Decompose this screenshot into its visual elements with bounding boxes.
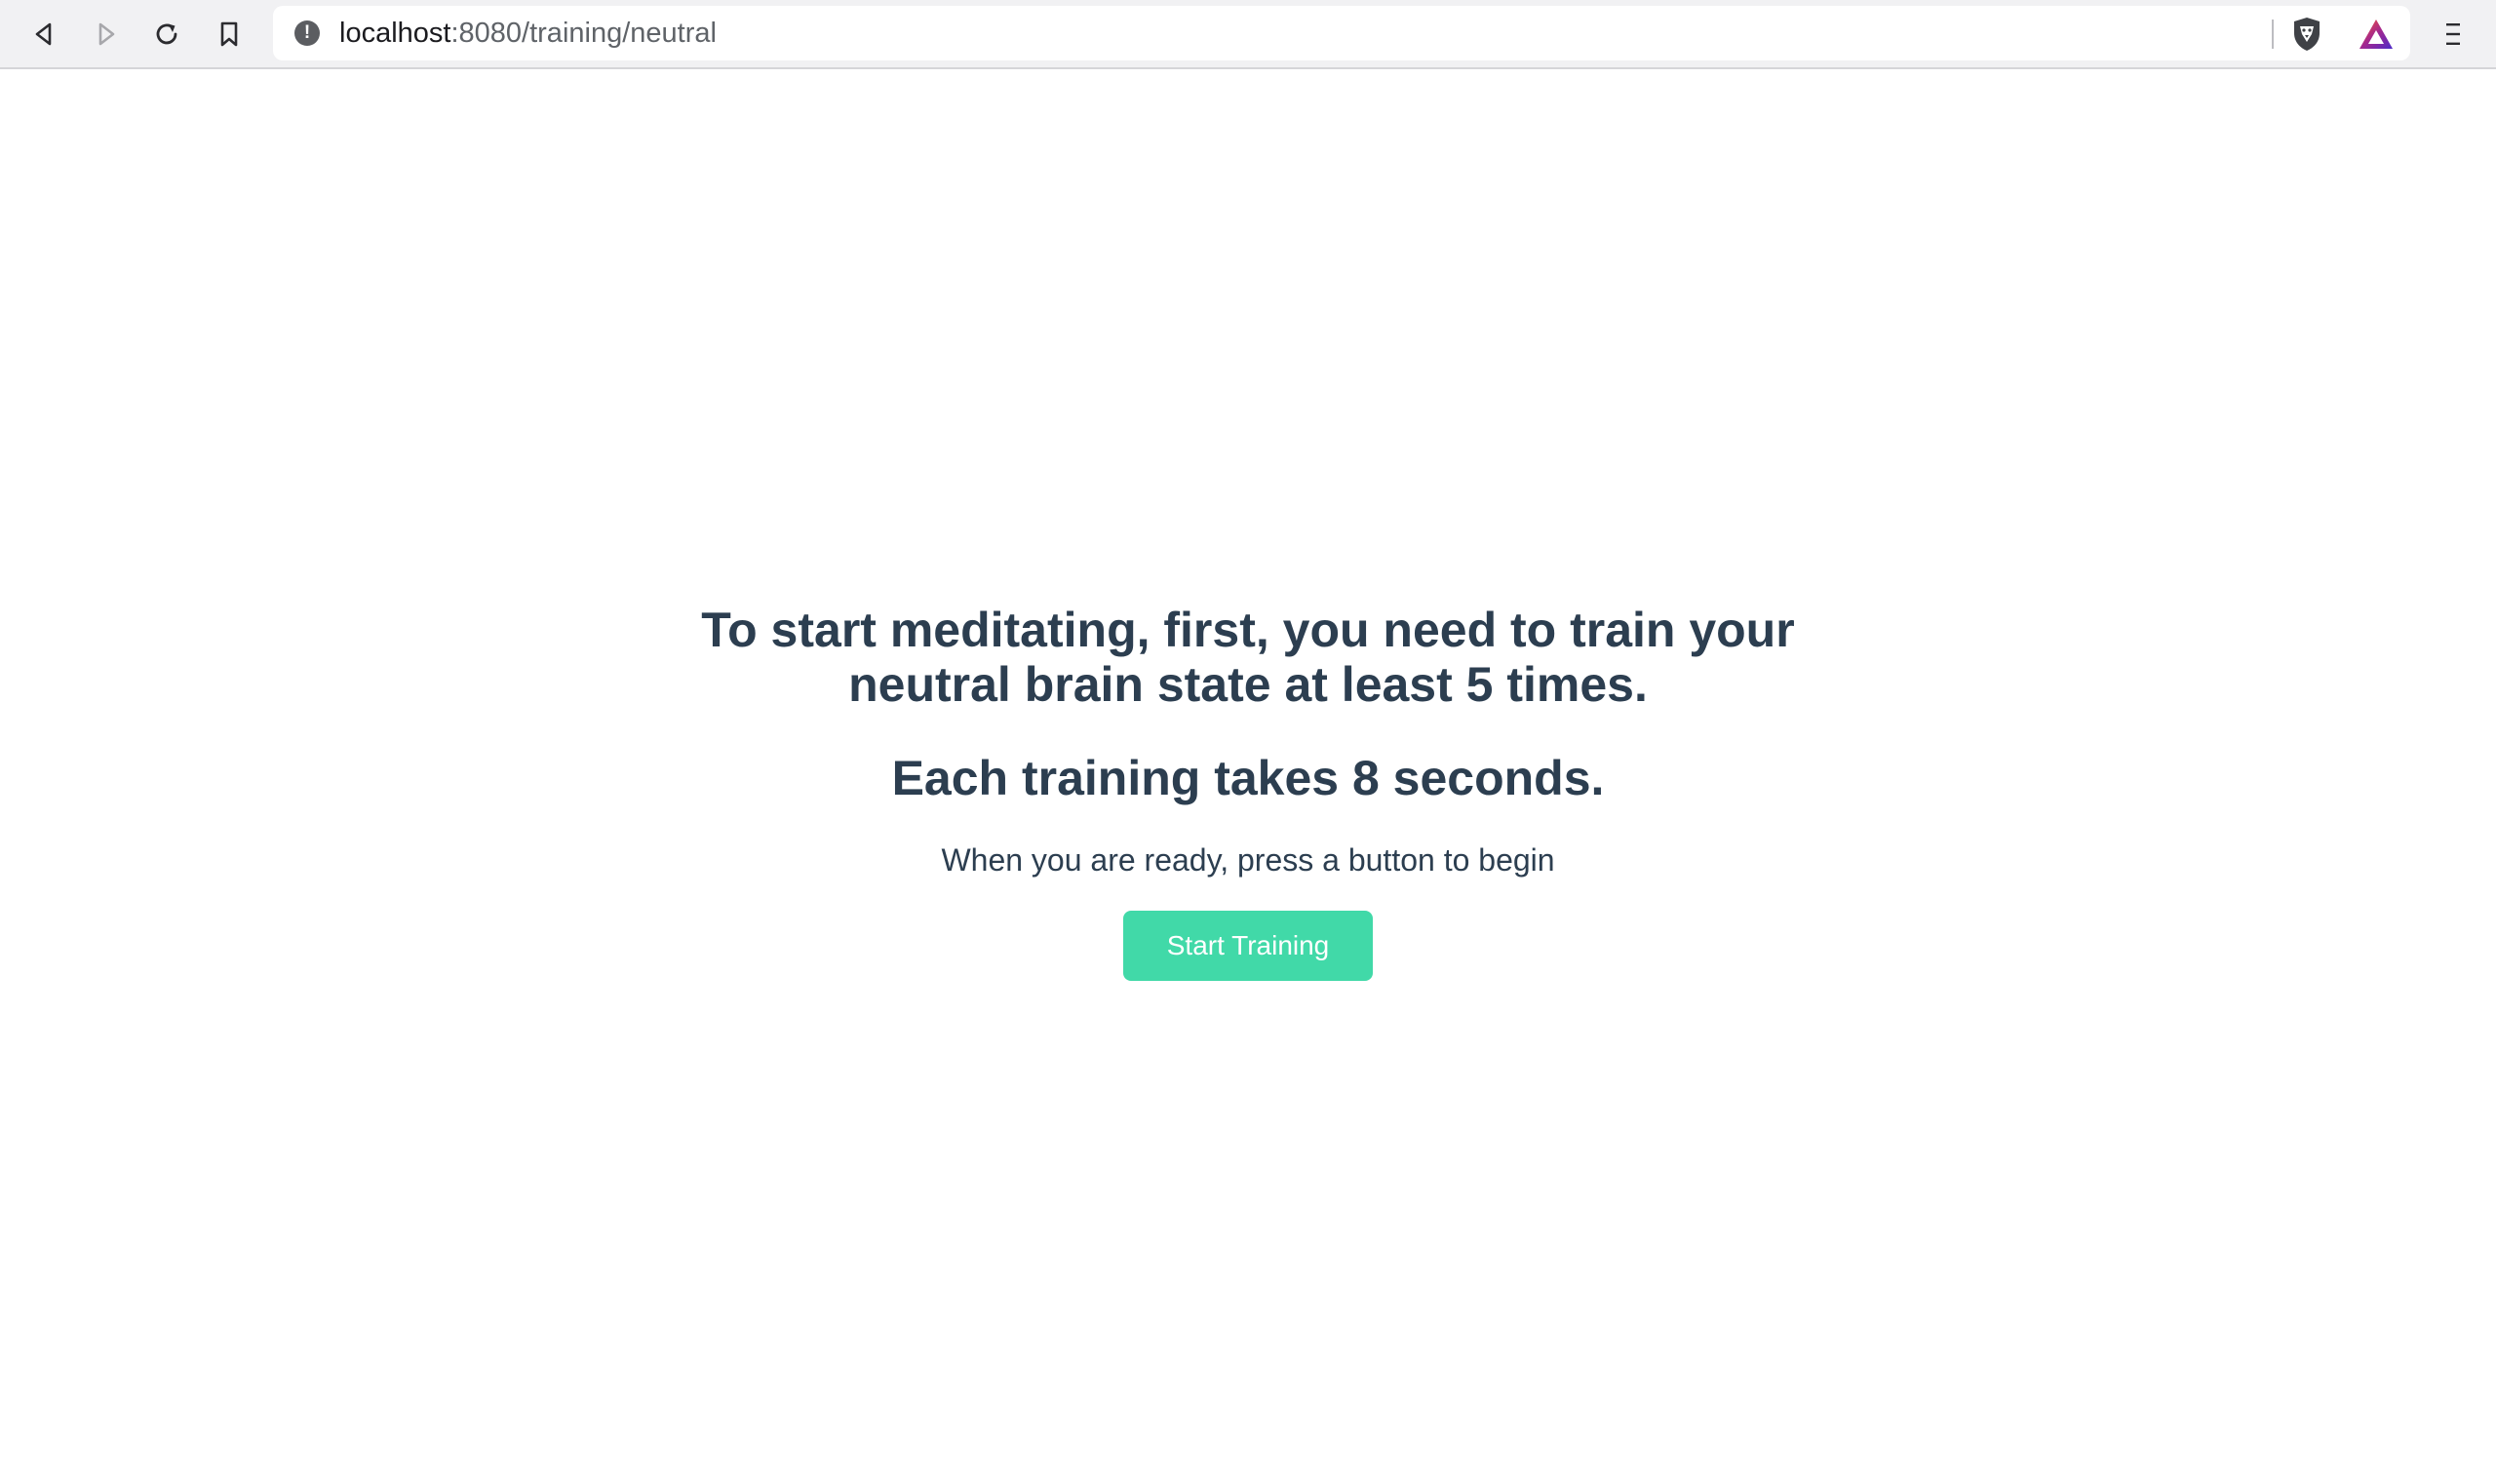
menu-button[interactable]: [2436, 16, 2471, 53]
bookmark-icon: [220, 21, 238, 47]
reload-icon: [156, 23, 177, 45]
start-training-button[interactable]: Start Training: [1123, 911, 1373, 981]
address-bar[interactable]: ! localhost:8080/training/neutral: [273, 6, 2410, 60]
url-text[interactable]: localhost:8080/training/neutral: [339, 19, 717, 48]
training-duration-heading: Each training takes 8 seconds.: [891, 751, 1605, 805]
browser-toolbar: ! localhost:8080/training/neutral: [0, 0, 2496, 69]
info-icon[interactable]: !: [294, 20, 320, 46]
page-content: To start meditating, first, you need to …: [0, 71, 2496, 1484]
page-headline: To start meditating, first, you need to …: [701, 603, 1795, 712]
back-arrow-icon: [35, 22, 52, 46]
hamburger-menu-icon: [2446, 23, 2460, 45]
bookmark-button[interactable]: [209, 14, 250, 55]
forward-button[interactable]: [86, 14, 127, 55]
url-host: localhost: [339, 18, 451, 49]
reload-button[interactable]: [146, 14, 187, 55]
back-button[interactable]: [23, 14, 64, 55]
instruction-text: When you are ready, press a button to be…: [941, 842, 1555, 878]
brave-rewards-icon[interactable]: [2358, 18, 2395, 51]
url-path: :8080/training/neutral: [450, 18, 717, 49]
forward-arrow-icon: [98, 22, 115, 46]
url-divider: [2272, 20, 2274, 49]
brave-shield-icon[interactable]: [2289, 16, 2324, 53]
